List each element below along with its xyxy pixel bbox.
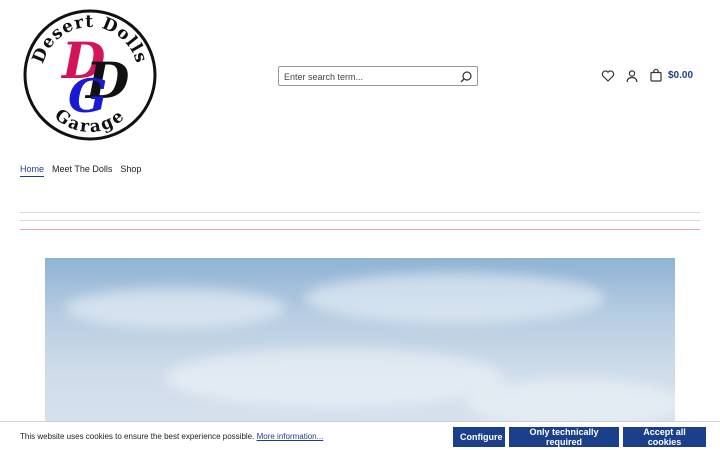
cookie-text: This website uses cookies to ensure the … <box>20 432 255 441</box>
heart-icon[interactable] <box>601 69 615 83</box>
user-icon[interactable] <box>625 69 639 83</box>
cart-total[interactable]: $0.00 <box>668 70 693 81</box>
cookie-banner: This website uses cookies to ensure the … <box>0 421 720 450</box>
cookie-message: This website uses cookies to ensure the … <box>20 432 323 441</box>
nav-item-shop[interactable]: Shop <box>120 164 141 177</box>
divider <box>20 220 700 221</box>
logo-letter-g: G <box>68 69 107 123</box>
desert-dolls-garage-logo[interactable]: Desert Dolls Garage D D G <box>22 8 158 142</box>
cookie-more-info-link[interactable]: More information... <box>257 432 324 441</box>
main-navigation: Home Meet The Dolls Shop <box>20 164 141 177</box>
nav-item-meet-the-dolls[interactable]: Meet The Dolls <box>52 164 112 177</box>
nav-item-home[interactable]: Home <box>20 164 45 177</box>
search-input[interactable] <box>279 68 451 86</box>
search-icon[interactable] <box>459 70 473 84</box>
divider <box>20 212 700 213</box>
shopping-bag-icon[interactable] <box>649 68 663 82</box>
search-box <box>278 66 478 86</box>
divider-accent <box>20 229 700 230</box>
accept-all-cookies-button[interactable]: Accept all cookies <box>623 427 706 447</box>
configure-button[interactable]: Configure <box>453 427 505 447</box>
only-technically-required-button[interactable]: Only technically required <box>509 427 619 447</box>
